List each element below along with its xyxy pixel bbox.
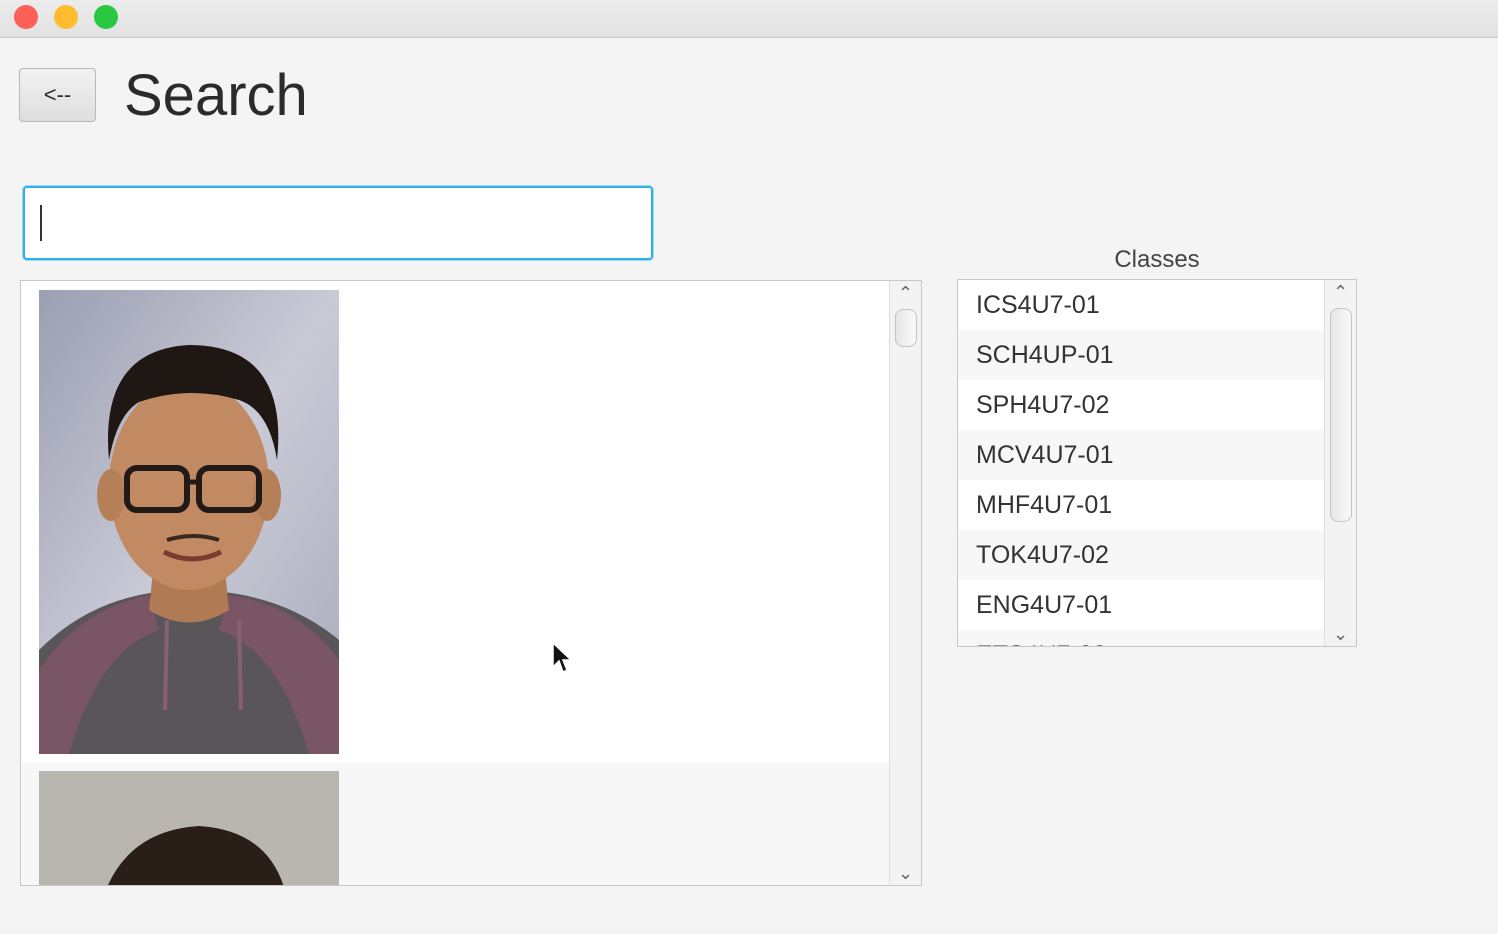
class-item[interactable]: MHF4U7-01	[958, 480, 1324, 530]
class-item[interactable]: ETS4U7-02	[958, 630, 1324, 646]
classes-scrollbar[interactable]: ⌃ ⌄	[1324, 280, 1356, 646]
maximize-window-button[interactable]	[94, 5, 118, 29]
scroll-up-icon[interactable]: ⌃	[1325, 282, 1356, 302]
classes-label: Classes	[1114, 246, 1200, 273]
list-item[interactable]	[22, 281, 890, 763]
class-item[interactable]: ICS4U7-01	[958, 280, 1324, 330]
scrollbar-thumb[interactable]	[895, 309, 917, 347]
student-photo	[39, 771, 339, 885]
results-scrollbar[interactable]: ⌃ ⌄	[889, 281, 921, 885]
window-titlebar	[0, 0, 1498, 38]
scroll-down-icon[interactable]: ⌄	[1325, 624, 1356, 644]
scrollbar-thumb[interactable]	[1330, 308, 1352, 522]
search-input[interactable]	[23, 186, 653, 260]
results-list[interactable]: ⌃ ⌄	[20, 280, 922, 886]
scroll-up-icon[interactable]: ⌃	[890, 283, 921, 303]
classes-list[interactable]: ICS4U7-01 SCH4UP-01 SPH4U7-02 MCV4U7-01 …	[957, 279, 1357, 647]
close-window-button[interactable]	[14, 5, 38, 29]
scroll-down-icon[interactable]: ⌄	[890, 863, 921, 883]
class-item[interactable]: ENG4U7-01	[958, 580, 1324, 630]
class-item[interactable]: MCV4U7-01	[958, 430, 1324, 480]
student-photo	[39, 290, 339, 754]
back-button[interactable]: <--	[19, 68, 96, 122]
class-item[interactable]: TOK4U7-02	[958, 530, 1324, 580]
minimize-window-button[interactable]	[54, 5, 78, 29]
mouse-pointer-icon	[552, 641, 573, 674]
class-item[interactable]: SPH4U7-02	[958, 380, 1324, 430]
page-title: Search	[124, 63, 308, 128]
class-item[interactable]: SCH4UP-01	[958, 330, 1324, 380]
list-item[interactable]	[22, 763, 890, 885]
text-caret	[40, 205, 42, 241]
